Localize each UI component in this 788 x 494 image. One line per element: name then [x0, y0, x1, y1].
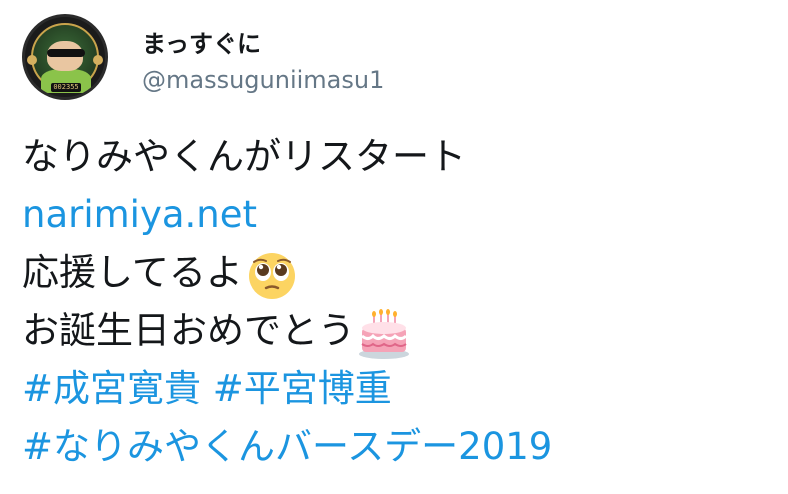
tweet-body: なりみやくんがリスタート narimiya.net 応援してるよ お誕生日おめで…	[22, 128, 772, 476]
tweet-text-line: 応援してるよ	[22, 244, 772, 302]
coin-icon	[93, 55, 103, 65]
tweet-link[interactable]: narimiya.net	[22, 193, 257, 236]
sunglasses-icon	[47, 49, 85, 57]
tweet-hashtag-line: #なりみやくんバースデー2019	[22, 418, 772, 476]
tweet-text: なりみやくんがリスタート	[22, 135, 466, 178]
tweet-link-line: narimiya.net	[22, 186, 772, 244]
birthday-cake-icon	[357, 306, 411, 360]
tweet-text: 応援してるよ	[22, 251, 243, 294]
tweet-text-line: お誕生日おめでとう	[22, 302, 772, 360]
hashtag-link[interactable]: #なりみやくんバースデー2019	[22, 425, 552, 468]
tweet-text: お誕生日おめでとう	[22, 309, 355, 352]
avatar-badge-number: 002355	[51, 83, 81, 92]
tweet-text-line: なりみやくんがリスタート	[22, 128, 772, 186]
tweet-header: 002355 まっすぐに @massuguniimasu1	[22, 14, 722, 100]
display-name[interactable]: まっすぐに	[142, 24, 261, 59]
tweet-card: 002355 まっすぐに @massuguniimasu1 なりみやくんがリスタ…	[0, 0, 788, 494]
avatar[interactable]: 002355	[22, 14, 108, 100]
pleading-face-icon	[245, 248, 299, 302]
hashtag-link[interactable]: #平宮博重	[213, 367, 392, 410]
tweet-hashtag-line: #成宮寛貴 #平宮博重	[22, 360, 772, 418]
coin-icon	[27, 55, 37, 65]
hashtag-link[interactable]: #成宮寛貴	[22, 367, 201, 410]
user-handle[interactable]: @massuguniimasu1	[142, 66, 384, 94]
